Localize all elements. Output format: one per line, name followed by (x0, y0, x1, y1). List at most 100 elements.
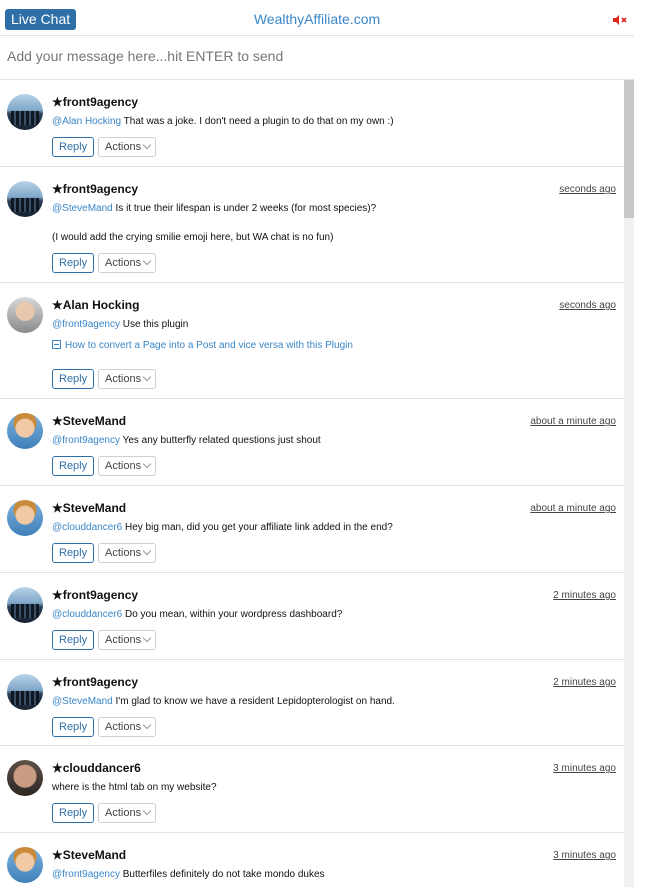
reply-button[interactable]: Reply (52, 717, 95, 737)
message-body: @SteveMand I'm glad to know we have a re… (52, 696, 395, 707)
message-author[interactable]: ★SteveMand (52, 414, 126, 428)
message-author[interactable]: ★front9agency (52, 95, 138, 109)
message-time[interactable]: 3 minutes ago (553, 850, 616, 861)
mention-link[interactable]: @SteveMand (52, 203, 113, 214)
reply-button[interactable]: Reply (52, 137, 95, 157)
message-text: Do you mean, within your wordpress dashb… (122, 609, 343, 620)
actions-dropdown[interactable]: Actions (98, 253, 156, 273)
message-author[interactable]: ★SteveMand (52, 848, 126, 862)
message-author[interactable]: ★SteveMand (52, 501, 126, 515)
reply-button[interactable]: Reply (52, 253, 95, 273)
actions-label: Actions (105, 257, 142, 269)
chevron-down-icon (142, 256, 152, 266)
message-time[interactable]: about a minute ago (530, 503, 616, 514)
reply-button[interactable]: Reply (52, 630, 95, 650)
avatar[interactable] (7, 847, 43, 883)
chat-header: Live Chat WealthyAffiliate.com (0, 0, 634, 36)
message-body: @clouddancer6 Do you mean, within your w… (52, 609, 342, 620)
message-author[interactable]: ★front9agency (52, 588, 138, 602)
message-time[interactable]: about a minute ago (530, 416, 616, 427)
mention-link[interactable]: @front9agency (52, 319, 120, 330)
message-time[interactable]: seconds ago (559, 184, 616, 195)
message-author[interactable]: ★front9agency (52, 675, 138, 689)
mention-link[interactable]: @clouddancer6 (52, 609, 122, 620)
actions-dropdown[interactable]: Actions (98, 369, 156, 389)
mention-link[interactable]: @SteveMand (52, 696, 113, 707)
message-feed[interactable]: ★front9agency @Alan Hocking That was a j… (0, 80, 624, 887)
actions-dropdown[interactable]: Actions (98, 717, 156, 737)
actions-label: Actions (105, 807, 142, 819)
message-text: Use this plugin (119, 319, 189, 330)
message-body: @front9agency Yes any butterfly related … (52, 435, 321, 446)
chat-message: ★front9agency @Alan Hocking That was a j… (0, 80, 624, 167)
actions-label: Actions (105, 141, 142, 153)
scrollbar[interactable] (624, 80, 634, 887)
reply-button[interactable]: Reply (52, 803, 95, 823)
avatar[interactable] (7, 674, 43, 710)
avatar[interactable] (7, 500, 43, 536)
site-title[interactable]: WealthyAffiliate.com (0, 11, 634, 27)
message-text: where is the html tab on my website? (52, 782, 217, 793)
actions-dropdown[interactable]: Actions (98, 803, 156, 823)
chat-message: ★SteveMand about a minute ago @front9age… (0, 399, 624, 486)
avatar[interactable] (7, 94, 43, 130)
avatar[interactable] (7, 413, 43, 449)
actions-label: Actions (105, 460, 142, 472)
message-body: @SteveMand Is it true their lifespan is … (52, 203, 376, 214)
avatar[interactable] (7, 760, 43, 796)
chat-message: ★front9agency 2 minutes ago @clouddancer… (0, 573, 624, 660)
mention-link[interactable]: @front9agency (52, 435, 120, 446)
message-author[interactable]: ★front9agency (52, 182, 138, 196)
article-link[interactable]: How to convert a Page into a Post and vi… (52, 340, 353, 351)
message-input[interactable] (0, 36, 634, 80)
reply-button[interactable]: Reply (52, 456, 95, 476)
avatar[interactable] (7, 181, 43, 217)
chat-message: ★Alan Hocking seconds ago @front9agency … (0, 283, 624, 399)
actions-label: Actions (105, 547, 142, 559)
chevron-down-icon (142, 546, 152, 556)
message-text: That was a joke. I don't need a plugin t… (121, 116, 394, 127)
message-time[interactable]: 2 minutes ago (553, 677, 616, 688)
actions-dropdown[interactable]: Actions (98, 137, 156, 157)
message-text-extra: (I would add the crying smilie emoji her… (52, 232, 334, 243)
message-body: @clouddancer6 Hey big man, did you get y… (52, 522, 393, 533)
chat-message: ★clouddancer6 3 minutes ago where is the… (0, 746, 624, 833)
avatar[interactable] (7, 587, 43, 623)
message-author[interactable]: ★Alan Hocking (52, 298, 139, 312)
chat-message: ★SteveMand 3 minutes ago @front9agency B… (0, 833, 624, 887)
chat-message: ★front9agency seconds ago @SteveMand Is … (0, 167, 624, 283)
message-body: @front9agency Use this plugin (52, 319, 188, 330)
mention-link[interactable]: @front9agency (52, 869, 120, 880)
mention-link[interactable]: @Alan Hocking (52, 116, 121, 127)
chevron-down-icon (142, 806, 152, 816)
mention-link[interactable]: @clouddancer6 (52, 522, 122, 533)
message-author[interactable]: ★clouddancer6 (52, 761, 141, 775)
actions-dropdown[interactable]: Actions (98, 630, 156, 650)
reply-button[interactable]: Reply (52, 543, 95, 563)
actions-label: Actions (105, 721, 142, 733)
chevron-down-icon (142, 140, 152, 150)
message-text: Yes any butterfly related questions just… (119, 435, 321, 446)
message-time[interactable]: seconds ago (559, 300, 616, 311)
chevron-down-icon (142, 372, 152, 382)
message-text: I'm glad to know we have a resident Lepi… (112, 696, 395, 707)
chat-message: ★front9agency 2 minutes ago @SteveMand I… (0, 660, 624, 746)
reply-button[interactable]: Reply (52, 369, 95, 389)
article-link-text[interactable]: How to convert a Page into a Post and vi… (65, 340, 353, 351)
actions-label: Actions (105, 373, 142, 385)
speaker-muted-icon[interactable] (612, 15, 628, 25)
document-icon (52, 340, 61, 349)
chevron-down-icon (142, 633, 152, 643)
actions-label: Actions (105, 634, 142, 646)
message-text: Is it true their lifespan is under 2 wee… (112, 203, 377, 214)
avatar[interactable] (7, 297, 43, 333)
chevron-down-icon (142, 459, 152, 469)
actions-dropdown[interactable]: Actions (98, 543, 156, 563)
scrollbar-thumb[interactable] (624, 80, 634, 218)
actions-dropdown[interactable]: Actions (98, 456, 156, 476)
message-time[interactable]: 3 minutes ago (553, 763, 616, 774)
message-body: @Alan Hocking That was a joke. I don't n… (52, 116, 394, 127)
message-time[interactable]: 2 minutes ago (553, 590, 616, 601)
message-body: @front9agency Butterfiles definitely do … (52, 869, 325, 880)
chat-message: ★SteveMand about a minute ago @clouddanc… (0, 486, 624, 573)
